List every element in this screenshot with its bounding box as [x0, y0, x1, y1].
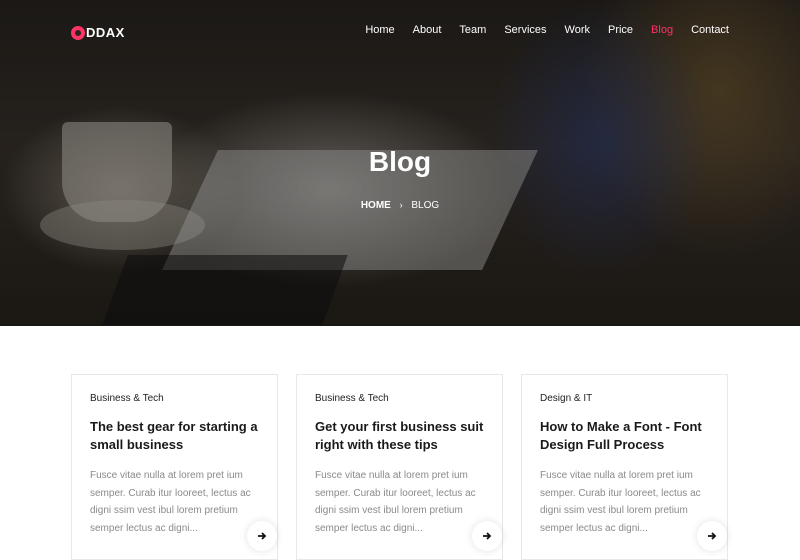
blog-card: Design & IT How to Make a Font - Font De… [521, 374, 728, 560]
hero-banner: DDAX Home About Team Services Work Price… [0, 0, 800, 326]
post-excerpt: Fusce vitae nulla at lorem pret ium semp… [90, 470, 251, 534]
post-category[interactable]: Business & Tech [315, 393, 484, 404]
breadcrumb: HOME › BLOG [0, 200, 800, 211]
blog-card: Business & Tech The best gear for starti… [71, 374, 278, 560]
logo-mark-icon [71, 25, 85, 40]
site-logo[interactable]: DDAX [71, 25, 125, 40]
nav-team[interactable]: Team [459, 24, 486, 36]
post-category[interactable]: Design & IT [540, 393, 709, 404]
arrow-right-icon [483, 532, 492, 540]
breadcrumb-home[interactable]: HOME [361, 200, 391, 211]
post-category[interactable]: Business & Tech [90, 393, 259, 404]
breadcrumb-separator-icon: › [399, 200, 403, 210]
nav-price[interactable]: Price [608, 24, 633, 36]
main-nav: Home About Team Services Work Price Blog… [347, 24, 729, 36]
nav-work[interactable]: Work [565, 24, 590, 36]
top-navbar: DDAX Home About Team Services Work Price… [0, 0, 800, 64]
post-title[interactable]: Get your first business suit right with … [315, 418, 484, 453]
post-excerpt: Fusce vitae nulla at lorem pret ium semp… [540, 470, 701, 534]
nav-services[interactable]: Services [504, 24, 546, 36]
breadcrumb-current: BLOG [411, 200, 440, 211]
blog-post-list: Business & Tech The best gear for starti… [71, 374, 728, 560]
post-title[interactable]: The best gear for starting a small busin… [90, 418, 259, 453]
read-more-button[interactable] [472, 521, 502, 551]
nav-blog[interactable]: Blog [651, 24, 673, 36]
nav-about[interactable]: About [413, 24, 442, 36]
post-excerpt: Fusce vitae nulla at lorem pret ium semp… [315, 470, 476, 534]
nav-home[interactable]: Home [365, 24, 394, 36]
read-more-button[interactable] [247, 521, 277, 551]
arrow-right-icon [708, 532, 717, 540]
arrow-right-icon [258, 532, 267, 540]
post-title[interactable]: How to Make a Font - Font Design Full Pr… [540, 418, 709, 453]
read-more-button[interactable] [697, 521, 727, 551]
blog-card: Business & Tech Get your first business … [296, 374, 503, 560]
logo-text: DDAX [86, 25, 125, 40]
nav-contact[interactable]: Contact [691, 24, 729, 36]
page-title: Blog [368, 146, 432, 177]
